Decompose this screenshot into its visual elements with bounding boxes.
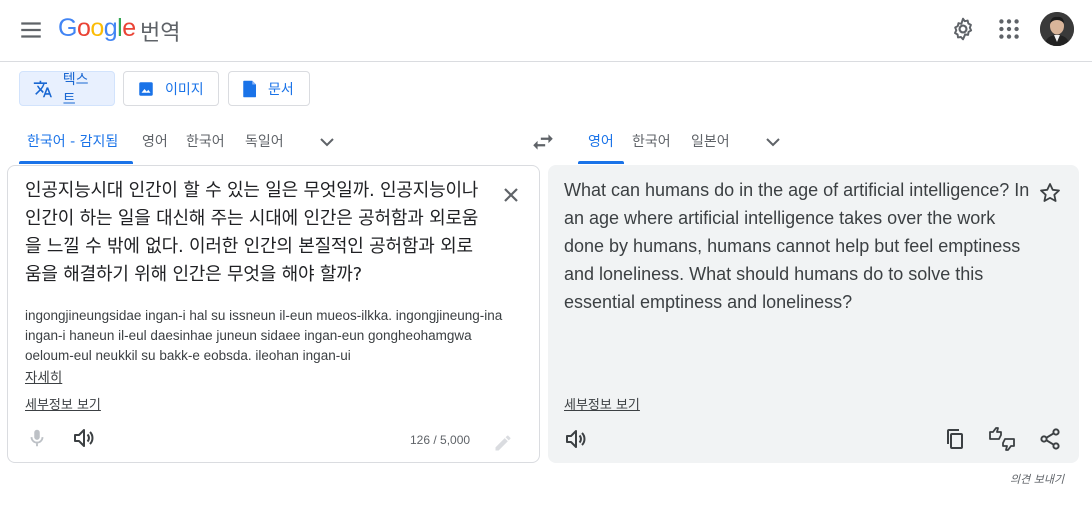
source-text-input[interactable]: 인공지능시대 인간이 할 수 있는 일은 무엇일까. 인공지능이나 인간이 하는… bbox=[25, 177, 485, 289]
main-menu-icon[interactable] bbox=[18, 17, 44, 43]
document-icon bbox=[243, 80, 256, 97]
image-icon bbox=[139, 81, 153, 96]
character-counter: 126 / 5,000 bbox=[410, 433, 471, 447]
product-name: 번역 bbox=[140, 21, 181, 46]
top-bar: Google 번역 bbox=[0, 0, 1092, 62]
document-mode-label: 문서 bbox=[268, 81, 294, 98]
image-mode-label: 이미지 bbox=[165, 81, 204, 98]
share-translation-icon[interactable] bbox=[1038, 427, 1062, 451]
settings-gear-icon[interactable] bbox=[950, 16, 976, 42]
send-feedback-link[interactable]: 의견 보내기 bbox=[1010, 471, 1064, 487]
source-listen-speaker-icon[interactable] bbox=[72, 426, 96, 450]
text-mode-label: 텍스트 bbox=[62, 71, 89, 108]
microphone-icon[interactable] bbox=[26, 427, 48, 449]
source-tab-german[interactable]: 독일어 bbox=[245, 128, 284, 164]
target-tab-english[interactable]: 영어 bbox=[588, 128, 614, 164]
target-tab-korean[interactable]: 한국어 bbox=[632, 128, 671, 164]
translate-icon bbox=[33, 80, 52, 97]
logo-letter: e bbox=[122, 14, 136, 42]
clear-text-close-icon[interactable] bbox=[499, 183, 523, 207]
translation-output-panel: What can humans do in the age of artific… bbox=[548, 165, 1079, 463]
source-language-chevron-down-icon[interactable] bbox=[315, 130, 339, 154]
source-tab-detected[interactable]: 한국어 - 감지됨 bbox=[27, 128, 118, 164]
translation-text: What can humans do in the age of artific… bbox=[564, 180, 1030, 312]
google-logo[interactable]: Google bbox=[58, 14, 136, 43]
source-romanization: ingongjineungsidae ingan-i hal su issneu… bbox=[25, 308, 503, 363]
image-mode-button[interactable]: 이미지 bbox=[123, 71, 219, 106]
source-tab-korean[interactable]: 한국어 bbox=[186, 128, 225, 164]
rate-translation-icon[interactable] bbox=[988, 427, 1016, 451]
account-avatar[interactable] bbox=[1040, 12, 1074, 46]
translation-listen-speaker-icon[interactable] bbox=[564, 427, 588, 451]
show-more-link[interactable]: 자세히 bbox=[25, 366, 62, 386]
text-mode-button[interactable]: 텍스트 bbox=[19, 71, 115, 108]
target-tab-indicator bbox=[578, 161, 624, 164]
logo-letter: o bbox=[90, 14, 104, 42]
target-tab-japanese[interactable]: 일본어 bbox=[691, 128, 730, 164]
apps-grid-icon[interactable] bbox=[996, 16, 1022, 42]
swap-languages-icon[interactable] bbox=[530, 129, 556, 155]
source-tab-english[interactable]: 영어 bbox=[142, 128, 168, 164]
source-details-link[interactable]: 세부정보 보기 bbox=[25, 394, 101, 413]
copy-translation-icon[interactable] bbox=[943, 427, 967, 451]
source-text-panel: 인공지능시대 인간이 할 수 있는 일은 무엇일까. 인공지능이나 인간이 하는… bbox=[7, 165, 540, 463]
target-details-link[interactable]: 세부정보 보기 bbox=[564, 394, 640, 413]
logo-letter: g bbox=[103, 14, 118, 42]
source-tab-indicator bbox=[19, 161, 133, 164]
save-translation-star-icon[interactable] bbox=[1038, 181, 1062, 205]
target-language-chevron-down-icon[interactable] bbox=[761, 130, 785, 154]
document-mode-button[interactable]: 문서 bbox=[228, 71, 310, 106]
logo-letter: o bbox=[76, 14, 91, 42]
edit-pencil-icon bbox=[495, 435, 511, 451]
logo-letter: G bbox=[58, 14, 77, 42]
